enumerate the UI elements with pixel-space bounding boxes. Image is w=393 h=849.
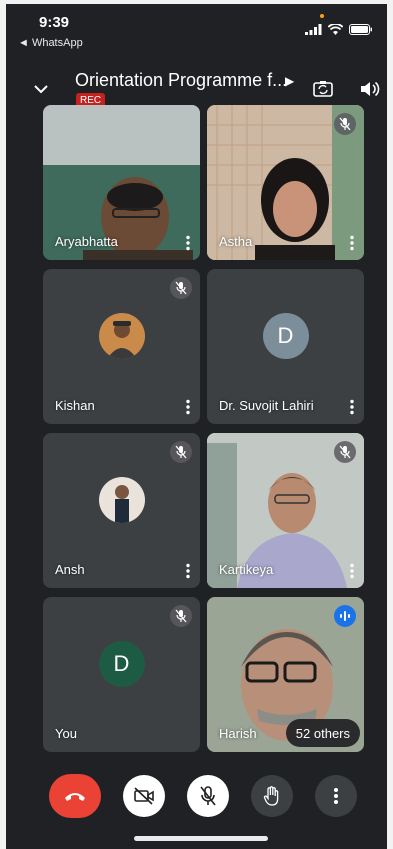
wifi-icon: [328, 24, 343, 35]
mic-off-icon: [339, 117, 351, 131]
others-count-button[interactable]: 52 others: [285, 719, 360, 747]
switch-camera-icon[interactable]: [312, 78, 334, 100]
participant-tile[interactable]: Aryabhatta: [43, 105, 200, 260]
participant-name: Kartikeya: [219, 562, 274, 577]
more-options-icon[interactable]: [184, 563, 192, 579]
participant-name: Aryabhatta: [55, 234, 118, 249]
mic-off-icon: [175, 445, 187, 459]
muted-badge: [334, 113, 356, 135]
participant-name: Astha: [219, 234, 253, 249]
mic-off-icon: [175, 281, 187, 295]
more-options-icon[interactable]: [184, 235, 192, 251]
title-arrow-icon[interactable]: ▶: [285, 74, 294, 88]
mic-off-icon: [200, 786, 216, 806]
status-time: 9:39: [39, 14, 70, 31]
call-screen: 9:39 ◄ WhatsApp Orientation Programme f.…: [6, 4, 387, 849]
muted-badge: [170, 277, 192, 299]
participant-tile[interactable]: Astha: [207, 105, 364, 260]
camera-off-icon: [134, 787, 154, 805]
participant-name: Kishan: [55, 398, 95, 413]
raise-hand-button[interactable]: [251, 775, 293, 817]
audio-level-icon: [340, 611, 350, 621]
participant-tile[interactable]: Kishan: [43, 269, 200, 424]
participant-tile[interactable]: Harish 52 others: [207, 597, 364, 752]
avatar: D: [262, 312, 309, 359]
muted-badge: [170, 605, 192, 627]
chevron-down-icon[interactable]: [32, 80, 50, 98]
more-options-icon[interactable]: [348, 399, 356, 415]
participant-tile[interactable]: Kartikeya: [207, 433, 364, 588]
mic-toggle-button[interactable]: [187, 775, 229, 817]
participant-name: Dr. Suvojit Lahiri: [219, 398, 314, 413]
more-options-button[interactable]: [315, 775, 357, 817]
muted-badge: [170, 441, 192, 463]
participant-name: Ansh: [55, 562, 85, 577]
back-to-app-link[interactable]: ◄ WhatsApp: [18, 37, 83, 49]
meeting-title[interactable]: Orientation Programme f...: [75, 70, 287, 91]
avatar: [98, 312, 145, 359]
mic-off-icon: [175, 609, 187, 623]
home-indicator[interactable]: [134, 836, 268, 841]
participant-name: You: [55, 726, 77, 741]
speaker-icon[interactable]: [358, 78, 380, 100]
self-tile[interactable]: D You: [43, 597, 200, 752]
camera-toggle-button[interactable]: [123, 775, 165, 817]
participant-name: Harish: [219, 726, 257, 741]
hand-icon: [263, 786, 279, 806]
more-vertical-icon: [334, 788, 338, 804]
more-options-icon[interactable]: [348, 235, 356, 251]
more-options-icon[interactable]: [348, 563, 356, 579]
muted-badge: [334, 441, 356, 463]
phone-hangup-icon: [65, 793, 85, 801]
end-call-button[interactable]: [49, 774, 101, 818]
speaking-indicator: [334, 605, 356, 627]
cellular-signal-icon: [305, 24, 322, 35]
mic-in-use-indicator: [320, 14, 324, 18]
mic-off-icon: [339, 445, 351, 459]
battery-icon: [349, 24, 372, 35]
avatar: D: [98, 640, 145, 687]
participant-tile[interactable]: Ansh: [43, 433, 200, 588]
participant-tile[interactable]: D Dr. Suvojit Lahiri: [207, 269, 364, 424]
avatar: [98, 476, 145, 523]
more-options-icon[interactable]: [184, 399, 192, 415]
status-icons: [305, 24, 373, 35]
